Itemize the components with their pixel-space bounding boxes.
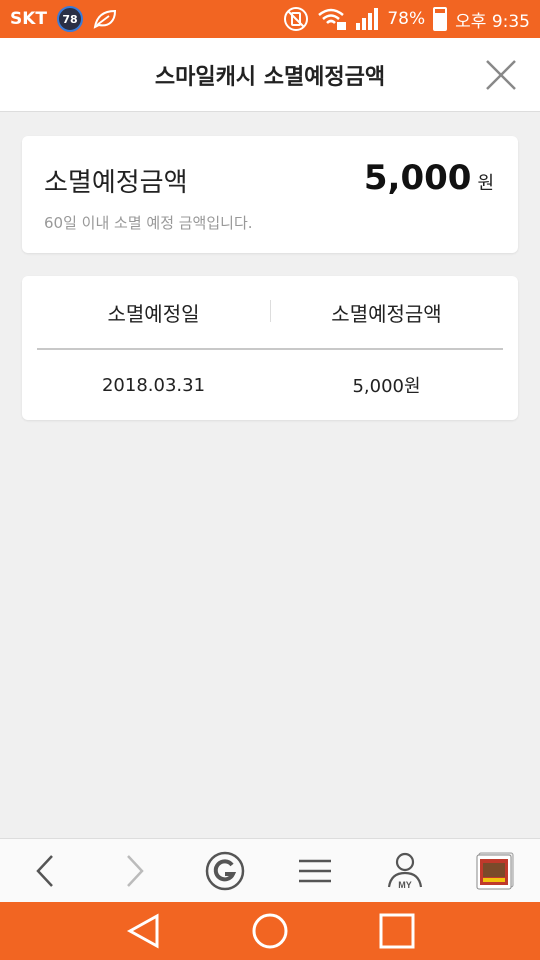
notification-badge-icon: 78 (57, 6, 84, 32)
system-nav-bar (0, 902, 540, 960)
circle-home-icon (252, 913, 288, 949)
battery-icon (433, 7, 448, 31)
summary-label: 소멸예정금액 (44, 168, 188, 198)
battery-percent: 78% (387, 9, 426, 29)
forward-button[interactable] (105, 841, 165, 901)
home-button[interactable] (195, 841, 255, 901)
chevron-right-icon (127, 854, 144, 887)
summary-description: 60일 이내 소멸 예정 금액입니다. (44, 214, 253, 232)
browser-toolbar: MY (0, 838, 540, 902)
hamburger-menu-icon (299, 859, 331, 882)
menu-button[interactable] (285, 841, 345, 901)
my-page-button[interactable]: MY (375, 841, 435, 901)
expiring-table-card: 소멸예정일 소멸예정금액 2018.03.31 5,000원 (22, 276, 518, 420)
user-icon: MY (387, 852, 423, 890)
signal-icon (356, 8, 379, 30)
my-label: MY (398, 880, 412, 890)
column-header-amount: 소멸예정금액 (270, 298, 503, 327)
triangle-back-icon (127, 913, 159, 949)
page-header: 스마일캐시 소멸예정금액 (0, 38, 540, 112)
status-bar: SKT 78 78% 오후 9:35 (0, 0, 540, 38)
leaf-icon (93, 9, 117, 29)
square-recents-icon (379, 913, 415, 949)
clock: 오후 9:35 (455, 11, 530, 32)
nav-home-button[interactable] (240, 906, 300, 956)
chevron-left-icon (36, 854, 53, 887)
expiring-summary-card: 소멸예정금액 5,000 원 60일 이내 소멸 예정 금액입니다. (22, 136, 518, 253)
summary-amount: 5,000 원 (364, 158, 494, 198)
table-row: 2018.03.31 5,000원 (37, 352, 503, 418)
nav-recents-button[interactable] (367, 906, 427, 956)
gmarket-g-icon (205, 851, 245, 890)
recent-item-button[interactable] (465, 841, 525, 901)
table-header: 소멸예정일 소멸예정금액 (37, 276, 503, 350)
page-title: 스마일캐시 소멸예정금액 (154, 64, 386, 90)
recent-item-thumbnail-icon (476, 852, 514, 889)
cell-expiry-amount: 5,000원 (352, 376, 421, 397)
summary-amount-unit: 원 (477, 173, 494, 194)
close-icon[interactable] (484, 58, 518, 92)
column-header-date: 소멸예정일 (107, 301, 200, 326)
wifi-lock-icon (318, 8, 347, 30)
nav-back-button[interactable] (113, 906, 173, 956)
summary-amount-value: 5,000 (363, 158, 472, 198)
back-button[interactable] (15, 841, 75, 901)
cell-expiry-date: 2018.03.31 (101, 374, 206, 396)
vibrate-off-icon (284, 7, 309, 31)
carrier-label: SKT (10, 9, 48, 29)
